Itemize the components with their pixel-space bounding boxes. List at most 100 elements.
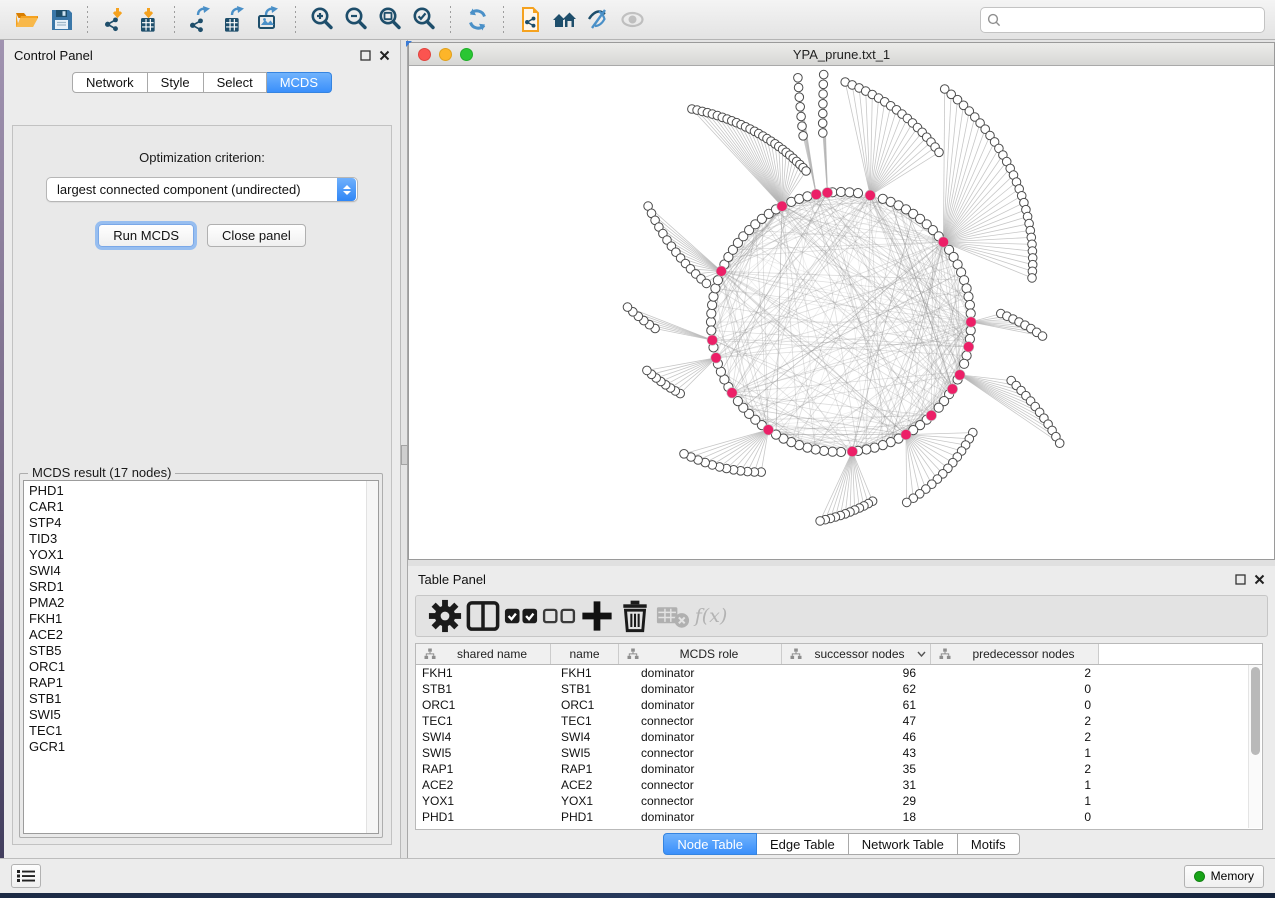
network-titlebar[interactable]: YPA_prune.txt_1 [409, 43, 1274, 66]
cell-successor-nodes[interactable]: 96 [782, 665, 931, 681]
cell-successor-nodes[interactable]: 18 [782, 809, 931, 825]
first-neighbors-icon[interactable] [547, 5, 581, 35]
zoom-selected-icon[interactable] [407, 5, 441, 35]
column-header-shared-name[interactable]: shared name [416, 644, 551, 664]
table-row[interactable]: TEC1TEC1connector472 [416, 713, 1262, 729]
cell-MCDS-role[interactable]: dominator [619, 665, 782, 681]
cell-shared-name[interactable]: FKH1 [416, 665, 551, 681]
cell-successor-nodes[interactable]: 29 [782, 793, 931, 809]
network-from-file-icon[interactable] [513, 5, 547, 35]
result-node-item[interactable]: ORC1 [29, 659, 378, 675]
result-node-item[interactable]: TEC1 [29, 723, 378, 739]
result-list-scrollbar[interactable] [366, 481, 378, 833]
result-node-item[interactable]: TID3 [29, 531, 378, 547]
result-node-item[interactable]: SWI4 [29, 563, 378, 579]
cell-successor-nodes[interactable]: 47 [782, 713, 931, 729]
cell-name[interactable]: STB1 [551, 681, 619, 697]
close-panel-icon[interactable] [379, 50, 390, 61]
result-node-item[interactable]: GCR1 [29, 739, 378, 755]
hide-details-icon[interactable] [581, 5, 615, 35]
unselect-all-columns-icon[interactable] [540, 599, 578, 633]
result-node-item[interactable]: ACE2 [29, 627, 378, 643]
run-mcds-button[interactable]: Run MCDS [98, 224, 194, 247]
cell-shared-name[interactable]: SWI5 [416, 745, 551, 761]
cell-MCDS-role[interactable]: dominator [619, 761, 782, 777]
column-header-MCDS-role[interactable]: MCDS role [619, 644, 782, 664]
open-file-icon[interactable] [10, 5, 44, 35]
result-node-item[interactable]: YOX1 [29, 547, 378, 563]
zoom-fit-icon[interactable] [373, 5, 407, 35]
result-node-item[interactable]: SWI5 [29, 707, 378, 723]
result-node-item[interactable]: CAR1 [29, 499, 378, 515]
tab-node-table[interactable]: Node Table [663, 833, 757, 855]
result-node-item[interactable]: STB1 [29, 691, 378, 707]
cell-name[interactable]: SWI5 [551, 745, 619, 761]
float-table-panel-icon[interactable] [1235, 574, 1246, 585]
cell-name[interactable]: ACE2 [551, 777, 619, 793]
cell-shared-name[interactable]: STB1 [416, 681, 551, 697]
tab-network[interactable]: Network [72, 72, 148, 93]
tab-select[interactable]: Select [204, 72, 267, 93]
cell-name[interactable]: YOX1 [551, 793, 619, 809]
network-graph[interactable] [409, 66, 1274, 559]
add-column-icon[interactable] [578, 599, 616, 633]
table-row[interactable]: PHD1PHD1dominator180 [416, 809, 1262, 825]
cell-predecessor-nodes[interactable]: 0 [931, 809, 1099, 825]
cell-MCDS-role[interactable]: connector [619, 745, 782, 761]
table-row[interactable]: STB1STB1dominator620 [416, 681, 1262, 697]
cell-successor-nodes[interactable]: 46 [782, 729, 931, 745]
cell-name[interactable]: PHD1 [551, 809, 619, 825]
table-row[interactable]: ACE2ACE2connector311 [416, 777, 1262, 793]
cell-predecessor-nodes[interactable]: 1 [931, 777, 1099, 793]
split-columns-icon[interactable] [464, 599, 502, 633]
column-header-successor-nodes[interactable]: successor nodes [782, 644, 931, 664]
cell-predecessor-nodes[interactable]: 2 [931, 729, 1099, 745]
scrollbar-thumb[interactable] [1251, 667, 1260, 755]
import-network-icon[interactable] [97, 5, 131, 35]
cell-shared-name[interactable]: ACE2 [416, 777, 551, 793]
cell-predecessor-nodes[interactable]: 2 [931, 713, 1099, 729]
result-node-item[interactable]: STP4 [29, 515, 378, 531]
cell-predecessor-nodes[interactable]: 1 [931, 793, 1099, 809]
column-header-name[interactable]: name [551, 644, 619, 664]
vertical-splitter[interactable] [401, 40, 408, 858]
cell-name[interactable]: ORC1 [551, 697, 619, 713]
result-node-item[interactable]: STB5 [29, 643, 378, 659]
cell-MCDS-role[interactable]: connector [619, 793, 782, 809]
cell-MCDS-role[interactable]: dominator [619, 729, 782, 745]
result-node-item[interactable]: RAP1 [29, 675, 378, 691]
cell-MCDS-role[interactable]: connector [619, 713, 782, 729]
table-row[interactable]: ORC1ORC1dominator610 [416, 697, 1262, 713]
result-node-item[interactable]: SRD1 [29, 579, 378, 595]
delete-column-icon[interactable] [616, 599, 654, 633]
tab-mcds[interactable]: MCDS [267, 72, 332, 93]
cell-successor-nodes[interactable]: 61 [782, 697, 931, 713]
cell-successor-nodes[interactable]: 43 [782, 745, 931, 761]
table-row[interactable]: RAP1RAP1dominator352 [416, 761, 1262, 777]
search-input[interactable] [980, 7, 1265, 33]
tab-network-table[interactable]: Network Table [849, 833, 958, 855]
tab-motifs[interactable]: Motifs [958, 833, 1020, 855]
table-row[interactable]: FKH1FKH1dominator962 [416, 665, 1262, 681]
memory-button[interactable]: Memory [1184, 865, 1264, 888]
cell-name[interactable]: TEC1 [551, 713, 619, 729]
close-panel-button[interactable]: Close panel [207, 224, 306, 247]
cell-name[interactable]: SWI4 [551, 729, 619, 745]
export-network-icon[interactable] [184, 5, 218, 35]
tab-style[interactable]: Style [148, 72, 204, 93]
show-details-icon[interactable] [615, 5, 649, 35]
result-node-item[interactable]: PHD1 [29, 483, 378, 499]
splitter-grip[interactable] [401, 445, 408, 465]
cell-MCDS-role[interactable]: dominator [619, 681, 782, 697]
mcds-result-list[interactable]: PHD1CAR1STP4TID3YOX1SWI4SRD1PMA2FKH1ACE2… [23, 480, 379, 834]
zoom-in-icon[interactable] [305, 5, 339, 35]
table-settings-icon[interactable] [426, 599, 464, 633]
cell-successor-nodes[interactable]: 35 [782, 761, 931, 777]
cell-MCDS-role[interactable]: dominator [619, 697, 782, 713]
table-row[interactable]: SWI5SWI5connector431 [416, 745, 1262, 761]
cell-shared-name[interactable]: PHD1 [416, 809, 551, 825]
result-node-item[interactable]: PMA2 [29, 595, 378, 611]
float-panel-icon[interactable] [360, 50, 371, 61]
cell-name[interactable]: RAP1 [551, 761, 619, 777]
cell-successor-nodes[interactable]: 62 [782, 681, 931, 697]
